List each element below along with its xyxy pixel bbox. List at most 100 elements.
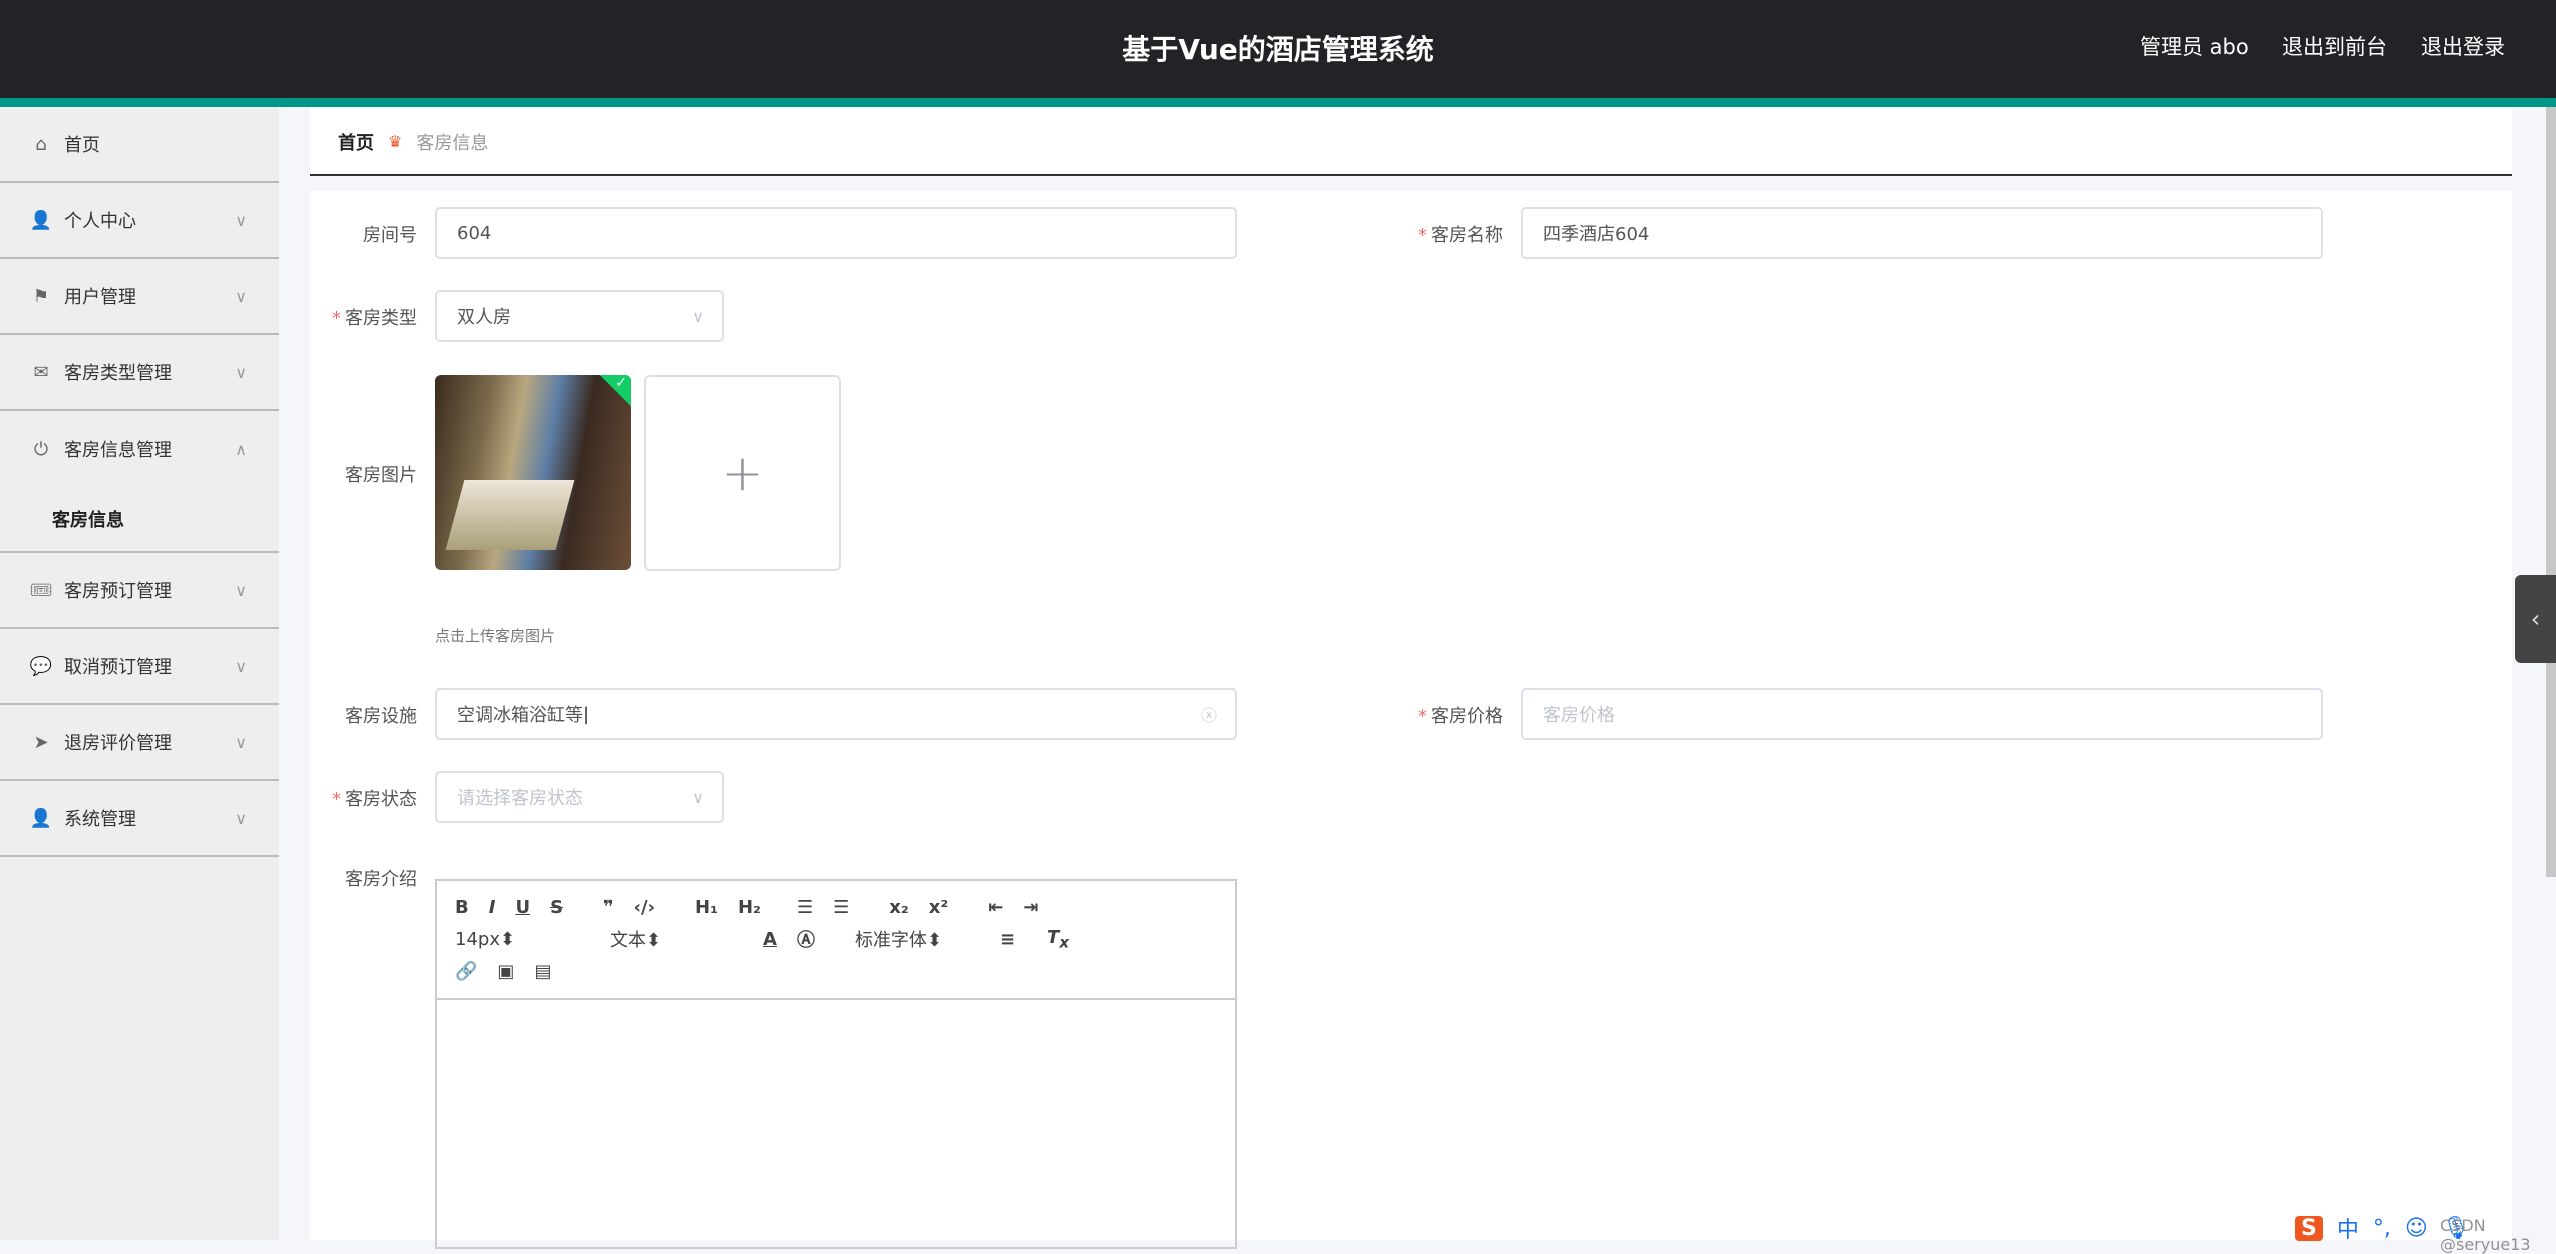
power-icon: ⏻ bbox=[33, 438, 49, 460]
placeholder: 请选择客房状态 bbox=[457, 788, 583, 809]
ticket-icon: 🎟 bbox=[29, 579, 53, 601]
home-icon: ⌂ bbox=[35, 133, 47, 155]
bullet-list-icon[interactable]: ☰ bbox=[833, 897, 849, 918]
chevron-down-icon: ∨ bbox=[235, 732, 247, 752]
mail-icon: ✉ bbox=[33, 361, 49, 383]
admin-user-link[interactable]: 管理员 abo bbox=[2140, 31, 2249, 61]
sidebar-item-room-types[interactable]: ✉ 客房类型管理 ∨ bbox=[0, 335, 279, 411]
chevron-down-icon: ∨ bbox=[235, 580, 247, 600]
placeholder: 客房价格 bbox=[1543, 705, 1615, 726]
top-header: 基于Vue的酒店管理系统 管理员 abo 退出到前台 退出登录 bbox=[0, 0, 2556, 98]
ordered-list-icon[interactable]: ☰ bbox=[797, 897, 813, 918]
sidebar-item-label: 个人中心 bbox=[64, 211, 136, 232]
front-link[interactable]: 退出到前台 bbox=[2282, 31, 2387, 61]
price-input[interactable]: 客房价格 bbox=[1521, 688, 2323, 740]
watermark: CSDN @seryue13 bbox=[2440, 1216, 2531, 1254]
clear-icon[interactable]: ⓧ bbox=[1201, 702, 1217, 726]
sidebar-item-booking[interactable]: 🎟 客房预订管理 ∨ bbox=[0, 553, 279, 629]
quote-icon[interactable]: ❞ bbox=[603, 897, 614, 918]
align-icon[interactable]: ≡ bbox=[1000, 929, 1015, 950]
h1-icon[interactable]: H₁ bbox=[695, 897, 718, 918]
chat-icon: 💬 bbox=[29, 655, 53, 677]
logout-link[interactable]: 退出登录 bbox=[2421, 31, 2505, 61]
status-select[interactable]: 请选择客房状态 ∨ bbox=[435, 771, 724, 823]
upload-button[interactable]: + bbox=[644, 375, 841, 571]
sidebar-item-cancel[interactable]: 💬 取消预订管理 ∨ bbox=[0, 629, 279, 705]
strike-icon[interactable]: S bbox=[550, 897, 563, 918]
font-family-picker[interactable]: 标准字体⬍ bbox=[855, 926, 980, 952]
separator-icon: ♛ bbox=[388, 132, 403, 151]
intro-label: 客房介绍 bbox=[345, 869, 417, 890]
sidebar-item-label: 客房类型管理 bbox=[64, 363, 172, 384]
accent-bar bbox=[0, 98, 2556, 107]
chevron-left-icon: ‹ bbox=[2530, 605, 2541, 633]
collapse-panel-button[interactable]: ‹ bbox=[2515, 575, 2556, 663]
room-image-label: 客房图片 bbox=[345, 465, 417, 486]
room-image-thumbnail[interactable]: ✓ bbox=[435, 375, 631, 570]
rich-text-editor: BIUS ❞ ‹/› H₁ H₂ ☰ ☰ x₂ x² ⇤ ⇥ 14px⬍ 文本⬍ A Ⓐ 标… bbox=[435, 879, 1237, 1249]
sogou-icon[interactable]: S bbox=[2295, 1215, 2323, 1241]
video-icon[interactable]: ▤ bbox=[534, 961, 551, 982]
check-icon: ✓ bbox=[615, 375, 627, 391]
image-icon[interactable]: ▣ bbox=[497, 961, 514, 982]
sidebar-subitem-room-info[interactable]: 客房信息 bbox=[0, 487, 279, 553]
sidebar-item-label: 系统管理 bbox=[64, 809, 136, 830]
room-type-select[interactable]: 双人房 ∨ bbox=[435, 290, 724, 342]
sidebar-item-label: 首页 bbox=[64, 135, 100, 156]
room-no-input[interactable]: 604 bbox=[435, 207, 1237, 259]
code-icon[interactable]: ‹/› bbox=[634, 897, 655, 918]
chevron-down-icon: ∨ bbox=[235, 656, 247, 676]
send-icon: ➤ bbox=[33, 731, 49, 753]
chevron-down-icon: ∨ bbox=[235, 362, 247, 382]
user-icon: 👤 bbox=[29, 209, 53, 231]
header-picker[interactable]: 文本⬍ bbox=[610, 926, 725, 952]
sidebar-item-label: 取消预订管理 bbox=[64, 657, 172, 678]
outdent-icon[interactable]: ⇤ bbox=[988, 897, 1003, 918]
chevron-up-icon: ∧ bbox=[235, 439, 247, 459]
breadcrumb: 首页 ♛ 客房信息 bbox=[310, 109, 2512, 176]
text-color-icon[interactable]: A bbox=[763, 929, 777, 950]
superscript-icon[interactable]: x² bbox=[929, 897, 949, 918]
upload-tip: 点击上传客房图片 bbox=[435, 627, 556, 645]
punctuation-icon[interactable]: °, bbox=[2373, 1216, 2391, 1241]
bold-icon[interactable]: B bbox=[455, 897, 469, 918]
breadcrumb-current: 客房信息 bbox=[416, 132, 489, 154]
room-type-label: * 客房类型 bbox=[332, 308, 417, 329]
ime-language[interactable]: 中 bbox=[2337, 1212, 2359, 1244]
flag-icon: ⚑ bbox=[32, 285, 50, 307]
link-icon[interactable]: 🔗 bbox=[455, 961, 477, 982]
font-size-picker[interactable]: 14px⬍ bbox=[455, 929, 570, 950]
price-label: * 客房价格 bbox=[1418, 706, 1503, 727]
subscript-icon[interactable]: x₂ bbox=[889, 897, 909, 918]
background-color-icon[interactable]: Ⓐ bbox=[797, 926, 815, 952]
editor-toolbar: BIUS ❞ ‹/› H₁ H₂ ☰ ☰ x₂ x² ⇤ ⇥ 14px⬍ 文本⬍ A Ⓐ 标… bbox=[437, 881, 1235, 1000]
emoji-icon[interactable]: ☺ bbox=[2405, 1216, 2428, 1241]
chevron-down-icon: ∨ bbox=[692, 306, 704, 326]
room-name-label: * 客房名称 bbox=[1418, 225, 1503, 246]
facility-value: 空调冰箱浴缸等 bbox=[457, 705, 583, 726]
underline-icon[interactable]: U bbox=[515, 897, 530, 918]
sidebar-item-label: 用户管理 bbox=[64, 287, 136, 308]
sidebar-item-label: 客房预订管理 bbox=[64, 581, 172, 602]
h2-icon[interactable]: H₂ bbox=[738, 897, 761, 918]
room-name-input[interactable]: 四季酒店604 bbox=[1521, 207, 2323, 259]
sidebar-item-label: 客房信息管理 bbox=[64, 440, 172, 461]
chevron-down-icon: ∨ bbox=[692, 787, 704, 807]
user-icon: 👤 bbox=[29, 807, 53, 829]
sidebar-item-home[interactable]: ⌂ 首页 bbox=[0, 107, 279, 183]
chevron-down-icon: ∨ bbox=[235, 808, 247, 828]
sidebar: ⌂ 首页 👤 个人中心 ∨ ⚑ 用户管理 ∨ ✉ 客房类型管理 ∨ ⏻ 客房信息管理 ∧ 客房信息… bbox=[0, 107, 279, 1240]
facility-label: 客房设施 bbox=[345, 706, 417, 727]
chevron-down-icon: ∨ bbox=[235, 286, 247, 306]
indent-icon[interactable]: ⇥ bbox=[1023, 897, 1038, 918]
clear-format-icon[interactable]: Tx bbox=[1047, 927, 1069, 952]
scrollbar[interactable] bbox=[2546, 107, 2556, 877]
facility-input[interactable]: 空调冰箱浴缸等 | ⓧ bbox=[435, 688, 1237, 740]
breadcrumb-home[interactable]: 首页 bbox=[338, 129, 374, 155]
selected-value: 双人房 bbox=[457, 307, 511, 328]
room-no-label: 房间号 bbox=[363, 225, 417, 246]
italic-icon[interactable]: I bbox=[489, 897, 496, 918]
status-label: * 客房状态 bbox=[332, 789, 417, 810]
room-form: 房间号 604 * 客房名称 四季酒店604 * 客房类型 双人房 ∨ 客房图片 ✓ … bbox=[310, 191, 2512, 1249]
plus-icon: + bbox=[721, 444, 764, 502]
